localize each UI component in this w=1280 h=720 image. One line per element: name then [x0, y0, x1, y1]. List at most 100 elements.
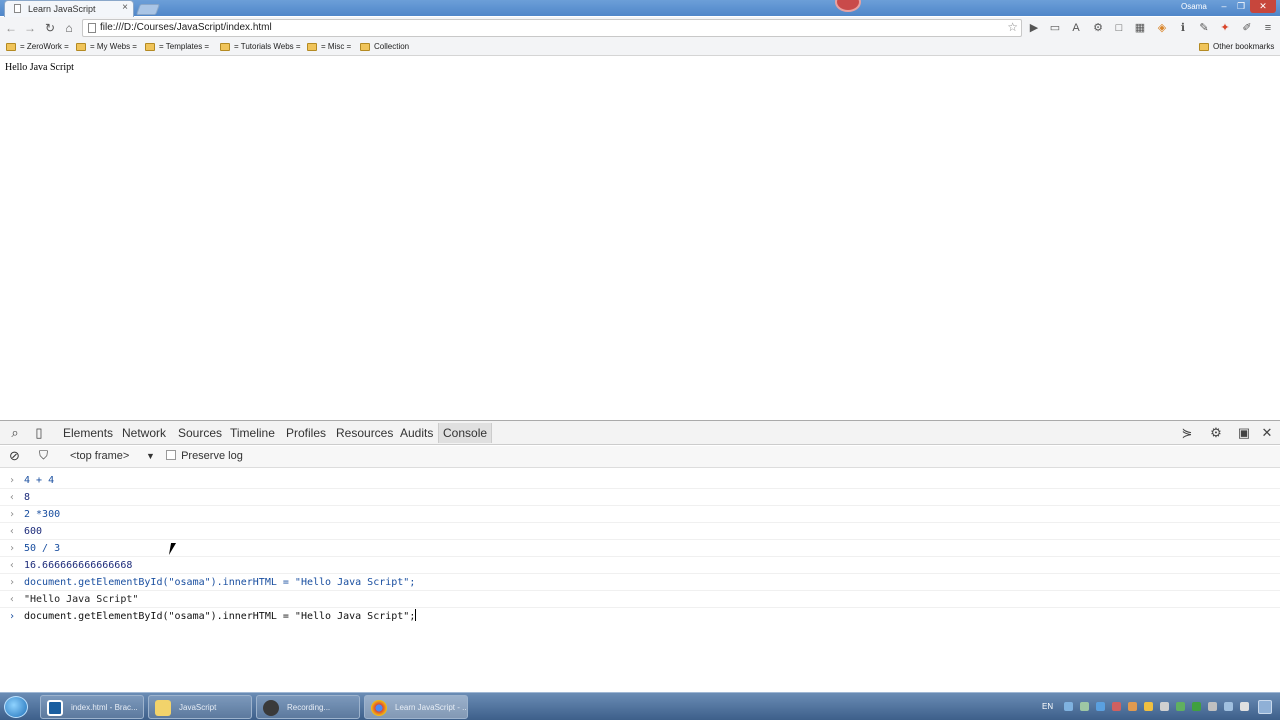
tray-icon[interactable] [1064, 702, 1073, 711]
bookmark-label: Other bookmarks [1213, 42, 1275, 51]
preserve-log-checkbox[interactable]: Preserve log [166, 450, 243, 462]
console-result-text: "Hello Java Script" [24, 594, 139, 605]
bookmark-label: = My Webs = [90, 42, 137, 51]
inspect-search-icon[interactable]: ⌕ [7, 425, 23, 440]
chevron-down-icon[interactable]: ▼ [146, 451, 155, 461]
bookmark-folder[interactable]: = Templates = [145, 42, 209, 51]
checkbox-box[interactable] [166, 450, 176, 460]
reload-icon[interactable]: ↻ [43, 21, 57, 35]
tray-icon[interactable] [1208, 702, 1217, 711]
extension-arrow-icon[interactable]: ◈ [1155, 22, 1169, 34]
bookmark-star-icon[interactable]: ☆ [1007, 20, 1018, 34]
tab-console[interactable]: Console [438, 423, 493, 443]
home-icon[interactable]: ⌂ [62, 21, 76, 35]
tray-icon[interactable] [1080, 702, 1089, 711]
window-close-icon[interactable]: ✕ [1250, 0, 1276, 13]
tray-icon[interactable] [1096, 702, 1105, 711]
tab-resources[interactable]: Resources [336, 426, 393, 440]
preserve-log-label: Preserve log [181, 450, 243, 462]
tab-timeline[interactable]: Timeline [230, 426, 275, 440]
volume-icon[interactable] [1240, 702, 1249, 711]
result-chevron-icon: ‹ [9, 492, 16, 503]
menu-icon[interactable]: ≡ [1261, 22, 1275, 34]
tray-icon[interactable] [1144, 702, 1153, 711]
console-output: › 4 + 4 ‹ 8 › 2 *300 ‹ 600 › 50 / 3 ‹ 16.66666… [0, 472, 1280, 625]
language-indicator[interactable]: EN [1042, 702, 1053, 711]
input-chevron-icon: › [9, 577, 16, 588]
settings-gear-icon[interactable]: ⚙ [1208, 425, 1224, 440]
tray-icon[interactable] [1128, 702, 1137, 711]
devtools-close-icon[interactable]: ✕ [1259, 425, 1275, 440]
show-desktop-icon[interactable] [1258, 700, 1272, 714]
console-drawer-icon[interactable]: ⋟ [1179, 425, 1195, 440]
bookmark-label: = ZeroWork = [20, 42, 69, 51]
device-mode-icon[interactable]: ▯ [31, 425, 47, 440]
console-current-text[interactable]: document.getElementById("osama").innerHT… [24, 611, 415, 622]
recorder-app-icon [263, 700, 279, 716]
tray-icon[interactable] [1160, 702, 1169, 711]
tab-profiles[interactable]: Profiles [286, 426, 326, 440]
bookmark-label: = Tutorials Webs = [234, 42, 301, 51]
input-chevron-icon: › [9, 509, 16, 520]
new-tab-button[interactable] [135, 4, 161, 15]
tray-icon[interactable] [1176, 702, 1185, 711]
tab-sources[interactable]: Sources [178, 426, 222, 440]
taskbar-label: JavaScript [179, 703, 217, 712]
taskbar-item-brackets[interactable]: index.html - Brac... [40, 695, 144, 719]
taskbar-label: index.html - Brac... [71, 703, 138, 712]
address-bar[interactable]: file:///D:/Courses/JavaScript/index.html… [82, 19, 1022, 37]
minimize-icon[interactable]: – [1216, 0, 1232, 13]
start-button[interactable] [4, 696, 28, 718]
page-favicon-icon [14, 4, 21, 13]
extension-dropper-icon[interactable]: ✎ [1197, 22, 1211, 34]
console-prompt-input[interactable]: › document.getElementById("osama").innerH… [0, 608, 1280, 625]
extension-play-icon[interactable]: ▶ [1027, 22, 1041, 34]
console-input-line: › 4 + 4 [0, 472, 1280, 489]
filter-icon[interactable]: ⛉ [39, 448, 48, 463]
extension-screen-icon[interactable]: ▭ [1048, 22, 1062, 34]
bookmark-folder[interactable]: = Misc = [307, 42, 351, 51]
tab-elements[interactable]: Elements [63, 426, 113, 440]
other-bookmarks[interactable]: Other bookmarks [1199, 42, 1274, 51]
extension-window-icon[interactable]: □ [1112, 22, 1126, 34]
bookmark-folder[interactable]: Collection [360, 42, 409, 51]
tab-network[interactable]: Network [122, 426, 166, 440]
extension-color-icon[interactable]: ✦ [1218, 22, 1232, 34]
input-chevron-icon: › [9, 543, 16, 554]
back-icon[interactable]: ← [4, 21, 18, 35]
input-chevron-icon: › [9, 475, 16, 486]
extension-grid-icon[interactable]: ▦ [1133, 22, 1147, 34]
extension-font-icon[interactable]: A [1069, 22, 1083, 34]
tray-icon[interactable] [1112, 702, 1121, 711]
extension-gear-icon[interactable]: ⚙ [1091, 22, 1105, 34]
taskbar-label: Learn JavaScript - ... [395, 703, 468, 712]
restore-icon[interactable]: ❐ [1233, 0, 1249, 13]
devtools-panel: ⌕ ▯ Elements Network Sources Timeline Pr… [0, 420, 1280, 692]
network-icon[interactable] [1224, 702, 1233, 711]
clear-console-icon[interactable]: ⊘ [9, 448, 20, 464]
bookmark-folder[interactable]: = ZeroWork = [6, 42, 69, 51]
dock-side-icon[interactable]: ▣ [1236, 425, 1252, 440]
bookmark-folder[interactable]: = My Webs = [76, 42, 137, 51]
browser-tab[interactable]: Learn JavaScript × [4, 0, 134, 17]
folder-icon [220, 42, 230, 51]
folder-icon [1199, 42, 1209, 51]
tab-close-icon[interactable]: × [122, 2, 128, 13]
page-paragraph: Hello Java Script [5, 62, 74, 73]
frame-selector[interactable]: <top frame> [70, 450, 129, 462]
console-result-line: ‹ "Hello Java Script" [0, 591, 1280, 608]
tab-audits[interactable]: Audits [400, 426, 433, 440]
window-titlebar: Learn JavaScript × Osama – ❐ ✕ [0, 0, 1280, 17]
bookmark-folder[interactable]: = Tutorials Webs = [220, 42, 301, 51]
bookmark-label: = Templates = [159, 42, 210, 51]
extension-pen-icon[interactable]: ✐ [1240, 22, 1254, 34]
taskbar-item-chrome[interactable]: Learn JavaScript - ... [364, 695, 468, 719]
tray-icon[interactable] [1192, 702, 1201, 711]
taskbar-item-recording[interactable]: Recording... [256, 695, 360, 719]
taskbar-item-javascript[interactable]: JavaScript [148, 695, 252, 719]
forward-icon[interactable]: → [23, 21, 37, 35]
profile-name[interactable]: Osama [1181, 2, 1207, 11]
windows-taskbar: index.html - Brac... JavaScript Recordin… [0, 692, 1280, 720]
result-chevron-icon: ‹ [9, 560, 16, 571]
extension-info-icon[interactable]: ℹ [1176, 22, 1190, 34]
